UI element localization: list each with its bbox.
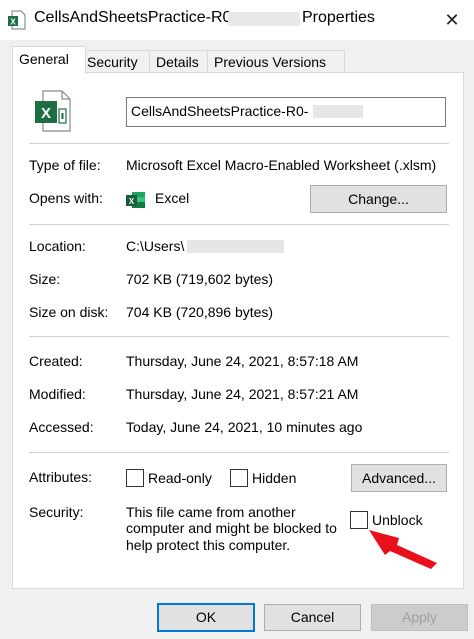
title-redaction bbox=[228, 12, 300, 26]
svg-text:X: X bbox=[41, 105, 51, 122]
divider bbox=[29, 224, 449, 225]
tab-previous-versions[interactable]: Previous Versions bbox=[207, 50, 345, 73]
type-value: Microsoft Excel Macro-Enabled Worksheet … bbox=[126, 157, 437, 173]
svg-text:X: X bbox=[10, 18, 16, 27]
cancel-button[interactable]: Cancel bbox=[264, 604, 361, 631]
attributes-label: Attributes: bbox=[29, 469, 93, 485]
window-title: CellsAndSheetsPractice-R0- bbox=[34, 9, 237, 26]
divider bbox=[29, 143, 449, 144]
excel-file-large-icon: X bbox=[35, 90, 71, 132]
security-text-line-3: help protect this computer. bbox=[126, 537, 291, 553]
divider bbox=[29, 336, 449, 337]
window-title-suffix: Properties bbox=[302, 9, 375, 26]
excel-file-icon: X bbox=[8, 10, 26, 30]
type-label: Type of file: bbox=[29, 157, 101, 173]
excel-app-icon: X bbox=[126, 192, 145, 208]
ok-button[interactable]: OK bbox=[157, 603, 255, 632]
filename-field[interactable]: CellsAndSheetsPractice-R0- bbox=[126, 97, 446, 127]
created-value: Thursday, June 24, 2021, 8:57:18 AM bbox=[126, 353, 359, 369]
accessed-label: Accessed: bbox=[29, 419, 94, 435]
advanced-button[interactable]: Advanced... bbox=[351, 464, 447, 492]
size-label: Size: bbox=[29, 271, 61, 287]
apply-button[interactable]: Apply bbox=[371, 604, 468, 631]
accessed-value: Today, June 24, 2021, 10 minutes ago bbox=[126, 419, 363, 435]
tab-security[interactable]: Security bbox=[80, 50, 151, 73]
red-arrow-icon bbox=[369, 530, 437, 569]
modified-value: Thursday, June 24, 2021, 8:57:21 AM bbox=[126, 386, 359, 402]
close-button[interactable]: ✕ bbox=[438, 6, 466, 34]
readonly-checkbox[interactable] bbox=[126, 469, 144, 487]
tab-general[interactable]: General bbox=[12, 46, 86, 74]
general-panel: X CellsAndSheetsPractice-R0- Type of fil… bbox=[12, 72, 464, 589]
size-value: 702 KB (719,602 bytes) bbox=[126, 271, 274, 287]
size-on-disk-value: 704 KB (720,896 bytes) bbox=[126, 304, 274, 320]
readonly-label: Read-only bbox=[148, 470, 212, 486]
title-bar: X CellsAndSheetsPractice-R0- Properties … bbox=[0, 0, 474, 40]
size-on-disk-label: Size on disk: bbox=[29, 304, 109, 320]
tab-details[interactable]: Details bbox=[149, 50, 213, 73]
filename-text: CellsAndSheetsPractice-R0- bbox=[131, 103, 309, 119]
opens-with-value: Excel bbox=[155, 190, 190, 206]
location-redaction bbox=[187, 240, 284, 253]
created-label: Created: bbox=[29, 353, 83, 369]
divider bbox=[29, 452, 449, 453]
svg-text:X: X bbox=[129, 197, 135, 206]
hidden-checkbox[interactable] bbox=[230, 469, 248, 487]
location-label: Location: bbox=[29, 238, 86, 254]
change-button[interactable]: Change... bbox=[310, 185, 447, 213]
location-value: C:\Users\ bbox=[126, 238, 185, 254]
security-text-line-2: computer and might be blocked to bbox=[126, 520, 337, 536]
filename-redaction bbox=[313, 105, 363, 118]
hidden-label: Hidden bbox=[252, 470, 297, 486]
opens-with-label: Opens with: bbox=[29, 190, 103, 206]
security-label: Security: bbox=[29, 504, 84, 520]
modified-label: Modified: bbox=[29, 386, 86, 402]
security-text-line-1: This file came from another bbox=[126, 504, 296, 520]
